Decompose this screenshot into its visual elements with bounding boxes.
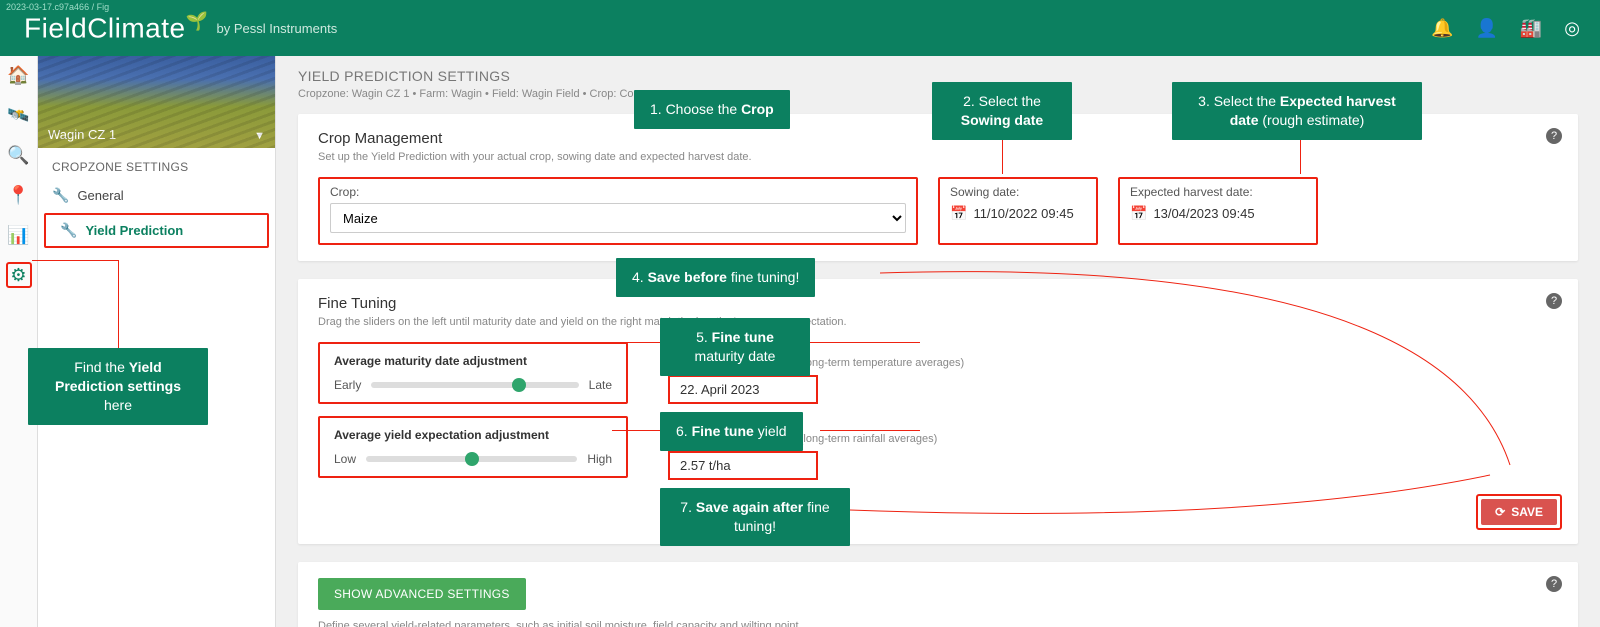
sowing-date-label: Sowing date: [950, 185, 1086, 199]
calendar-icon[interactable]: 📅 [950, 205, 967, 222]
yield-slider[interactable] [366, 456, 577, 462]
wrench-icon: 🔧 [60, 222, 77, 239]
brand-logo: FieldClimate🌱 [24, 11, 209, 44]
save-button[interactable]: ⟳ SAVE [1481, 499, 1557, 525]
topbar: 2023-03-17.c97a466 / Fig FieldClimate🌱 b… [0, 0, 1600, 56]
card-subtitle: Drag the sliders on the left until matur… [318, 316, 1558, 328]
card-heading: Fine Tuning [318, 295, 1558, 312]
annotation-step-2: 2. Select the Sowing date [932, 82, 1072, 140]
topbar-icons: 🔔 👤 🏭 ◎ [1431, 18, 1580, 39]
build-tag: 2023-03-17.c97a466 / Fig [6, 2, 109, 12]
main-content: YIELD PREDICTION SETTINGS Cropzone: Wagi… [276, 56, 1600, 627]
cropzone-image[interactable]: Wagin CZ 1 ▼ [38, 56, 275, 148]
brand-byline: by Pessl Instruments [217, 21, 338, 36]
maturity-slider-group: Average maturity date adjustment Early L… [318, 342, 628, 404]
sidebar-item-general[interactable]: 🔧 General [38, 180, 275, 211]
search-icon[interactable]: 🔍 [6, 142, 32, 168]
maturity-date-value: 22. April 2023 [668, 375, 818, 404]
card-subtitle: Set up the Yield Prediction with your ac… [318, 151, 1558, 163]
harvest-date-label: Expected harvest date: [1130, 185, 1306, 199]
harvest-date-group: Expected harvest date: 📅 13/04/2023 09:4… [1118, 177, 1318, 245]
slider-title: Average yield expectation adjustment [334, 428, 612, 442]
help-icon[interactable]: ? [1546, 293, 1562, 309]
crop-field-group: Crop: Maize [318, 177, 918, 245]
sidebar-heading: CROPZONE SETTINGS [38, 148, 275, 180]
cropzone-name: Wagin CZ 1 [48, 127, 116, 142]
sidebar: Wagin CZ 1 ▼ CROPZONE SETTINGS 🔧 General… [38, 56, 276, 627]
annotation-step-1: 1. Choose the Crop [634, 90, 790, 129]
annotation-step-5: 5. Fine tune maturity date [660, 318, 810, 376]
refresh-icon: ⟳ [1495, 505, 1505, 519]
maturity-slider[interactable] [371, 382, 578, 388]
settings-icon[interactable]: ⚙ [6, 262, 32, 288]
help-icon[interactable]: ? [1546, 128, 1562, 144]
home-icon[interactable]: 🏠 [6, 62, 32, 88]
slider-low-label: Low [334, 452, 356, 466]
wrench-icon: 🔧 [52, 187, 69, 204]
bell-icon[interactable]: 🔔 [1431, 18, 1453, 39]
annotation-step-3: 3. Select the Expected harvest date (rou… [1172, 82, 1422, 140]
slider-high-label: High [587, 452, 612, 466]
harvest-date-value[interactable]: 13/04/2023 09:45 [1153, 206, 1254, 221]
chevron-down-icon[interactable]: ▼ [254, 130, 265, 142]
annotation-find-settings: Find the Yield Prediction settings here [28, 348, 208, 425]
chart-icon[interactable]: 📊 [6, 222, 32, 248]
yield-slider-group: Average yield expectation adjustment Low… [318, 416, 628, 478]
crop-label: Crop: [330, 185, 906, 199]
fine-tuning-card: ? Fine Tuning Drag the sliders on the le… [298, 279, 1578, 544]
annotation-step-4: 4. Save before fine tuning! [616, 258, 815, 297]
sidebar-item-yield-prediction[interactable]: 🔧 Yield Prediction [44, 213, 269, 248]
slider-high-label: Late [589, 378, 612, 392]
slider-low-label: Early [334, 378, 361, 392]
crop-select[interactable]: Maize [330, 203, 906, 233]
advanced-subtitle: Define several yield-related parameters,… [318, 620, 1558, 627]
satellite-icon[interactable]: 🛰️ [6, 102, 32, 128]
nav-rail: 🏠 🛰️ 🔍 📍 📊 ⚙ [0, 56, 38, 627]
sidebar-item-label: Yield Prediction [85, 223, 183, 238]
user-icon[interactable]: 👤 [1475, 18, 1497, 39]
sowing-date-group: Sowing date: 📅 11/10/2022 09:45 [938, 177, 1098, 245]
yield-value: 2.57 t/ha [668, 451, 818, 480]
calendar-icon[interactable]: 📅 [1130, 205, 1147, 222]
annotation-step-6: 6. Fine tune yield [660, 412, 803, 451]
pin-icon[interactable]: 📍 [6, 182, 32, 208]
farm-icon[interactable]: 🏭 [1520, 18, 1542, 39]
show-advanced-button[interactable]: SHOW ADVANCED SETTINGS [318, 578, 526, 610]
annotation-step-7: 7. Save again after fine tuning! [660, 488, 850, 546]
sidebar-item-label: General [77, 188, 123, 203]
advanced-card: ? SHOW ADVANCED SETTINGS Define several … [298, 562, 1578, 627]
target-icon[interactable]: ◎ [1564, 18, 1580, 39]
help-icon[interactable]: ? [1546, 576, 1562, 592]
sowing-date-value[interactable]: 11/10/2022 09:45 [973, 206, 1073, 221]
slider-title: Average maturity date adjustment [334, 354, 612, 368]
